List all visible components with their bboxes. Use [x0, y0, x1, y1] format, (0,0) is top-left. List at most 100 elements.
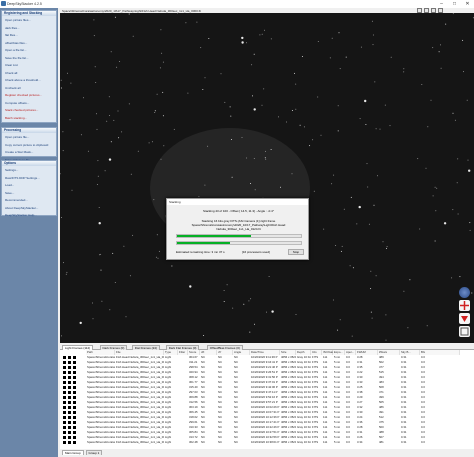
row-checkbox[interactable] — [63, 431, 66, 434]
sidebar-item-registering-0[interactable]: Open picture files... — [5, 18, 57, 22]
group-tab-1[interactable]: Group 1 — [85, 450, 103, 455]
row-checkbox[interactable] — [68, 431, 71, 434]
sidebar-item-registering-7[interactable]: Check all — [5, 71, 57, 75]
sidebar-item-processing-2[interactable]: Create a Star Mask... — [5, 150, 57, 154]
star — [248, 300, 250, 302]
row-checkbox[interactable] — [68, 411, 71, 414]
star — [454, 119, 456, 121]
sidebar-item-options-3[interactable]: Save... — [5, 191, 57, 195]
row-checkbox[interactable] — [63, 406, 66, 409]
row-checkbox[interactable] — [73, 411, 76, 414]
row-checkbox[interactable] — [63, 356, 66, 359]
fit-icon[interactable] — [459, 326, 470, 337]
row-checkbox[interactable] — [68, 436, 71, 439]
sidebar-item-options-2[interactable]: Load... — [5, 183, 57, 187]
row-checkbox[interactable] — [73, 441, 76, 444]
row-checkbox[interactable] — [73, 381, 76, 384]
sidebar-item-options-0[interactable]: Settings... — [5, 168, 57, 172]
row-checkbox[interactable] — [63, 386, 66, 389]
row-checkbox[interactable] — [73, 391, 76, 394]
row-checkbox[interactable] — [63, 421, 66, 424]
row-checkbox[interactable] — [73, 421, 76, 424]
row-checkbox[interactable] — [73, 406, 76, 409]
row-checkbox[interactable] — [63, 361, 66, 364]
table-row[interactable]: Space\Shrema\Cora\astronomy\Fish Head Ne… — [60, 440, 474, 445]
row-checkbox[interactable] — [68, 361, 71, 364]
row-checkbox[interactable] — [73, 431, 76, 434]
sidebar-item-registering-11[interactable]: Compute offsets... — [5, 101, 57, 105]
pan-icon[interactable] — [459, 300, 470, 311]
row-checkbox[interactable] — [73, 401, 76, 404]
sidebar-item-registering-4[interactable]: Open a file list... — [5, 48, 57, 52]
row-checkbox[interactable] — [63, 401, 66, 404]
row-checkbox[interactable] — [68, 421, 71, 424]
star — [270, 38, 272, 40]
row-checkbox[interactable] — [68, 366, 71, 369]
row-checkbox[interactable] — [73, 361, 76, 364]
group-tab-0[interactable]: Main Group — [62, 450, 84, 455]
sidebar-item-registering-1[interactable]: dark files... — [5, 26, 57, 30]
image-viewer[interactable] — [60, 13, 474, 343]
row-checkbox[interactable] — [73, 416, 76, 419]
row-checkbox[interactable] — [63, 391, 66, 394]
sidebar-item-registering-2[interactable]: flat files... — [5, 33, 57, 37]
sidebar-item-registering-13[interactable]: Batch stacking... — [5, 116, 57, 120]
star — [241, 36, 244, 40]
row-checkbox[interactable] — [63, 411, 66, 414]
row-checkbox[interactable] — [68, 391, 71, 394]
row-checkbox[interactable] — [63, 371, 66, 374]
sidebar-item-registering-5[interactable]: Save the file list... — [5, 56, 57, 60]
row-checkbox[interactable] — [63, 441, 66, 444]
row-checkbox[interactable] — [73, 376, 76, 379]
row-checkbox[interactable] — [63, 396, 66, 399]
row-checkbox[interactable] — [73, 436, 76, 439]
maximize-button[interactable]: □ — [448, 0, 461, 8]
row-checkbox[interactable] — [73, 356, 76, 359]
row-checkbox[interactable] — [73, 396, 76, 399]
mode-icon[interactable] — [459, 313, 470, 324]
row-checkbox[interactable] — [63, 426, 66, 429]
row-checkbox[interactable] — [73, 366, 76, 369]
sidebar-item-options-4[interactable]: Recommended... — [5, 198, 57, 202]
row-checkbox[interactable] — [68, 381, 71, 384]
row-checkbox[interactable] — [68, 441, 71, 444]
row-checkbox[interactable] — [63, 416, 66, 419]
star — [252, 95, 253, 97]
row-checkbox[interactable] — [68, 406, 71, 409]
sidebar-item-registering-10[interactable]: Register checked pictures... — [5, 93, 57, 97]
close-button[interactable]: ✕ — [461, 0, 474, 8]
row-checkbox[interactable] — [63, 436, 66, 439]
zoom-icon[interactable] — [459, 287, 470, 298]
star — [224, 101, 226, 103]
row-checkbox[interactable] — [68, 386, 71, 389]
star — [286, 121, 287, 123]
stop-button[interactable]: Stop — [288, 249, 304, 255]
row-checkbox[interactable] — [73, 386, 76, 389]
row-checkbox[interactable] — [68, 426, 71, 429]
sidebar-item-registering-8[interactable]: Check above a threshold... — [5, 78, 57, 82]
row-checkbox[interactable] — [68, 356, 71, 359]
sidebar-item-registering-3[interactable]: offset/bias files... — [5, 41, 57, 45]
sidebar-item-registering-9[interactable]: Uncheck all — [5, 86, 57, 90]
row-checkbox[interactable] — [68, 376, 71, 379]
sidebar-item-processing-0[interactable]: Open picture file... — [5, 135, 57, 139]
file-list[interactable]: Path File Type Filter Score dX dY Angle Date/Tim… — [60, 350, 474, 449]
row-checkbox[interactable] — [63, 366, 66, 369]
row-checkbox[interactable] — [68, 396, 71, 399]
row-checkbox[interactable] — [68, 416, 71, 419]
sidebar-item-processing-1[interactable]: Copy current picture to clipboard — [5, 143, 57, 147]
row-checkbox[interactable] — [73, 426, 76, 429]
star — [229, 106, 231, 108]
sidebar-item-options-5[interactable]: About DeepSkyStacker... — [5, 206, 57, 210]
sidebar-item-options-6[interactable]: DeepSkyStacker Help... — [5, 213, 57, 217]
row-checkbox[interactable] — [68, 401, 71, 404]
sidebar-item-registering-6[interactable]: Clear List — [5, 63, 57, 67]
row-checkbox[interactable] — [68, 371, 71, 374]
row-checkbox[interactable] — [63, 376, 66, 379]
row-checkbox[interactable] — [73, 371, 76, 374]
sidebar-item-options-1[interactable]: Raw/FITS DDP Settings... — [5, 176, 57, 180]
minimize-button[interactable]: – — [435, 0, 448, 8]
sidebar-item-registering-12[interactable]: Stack checked pictures... — [5, 108, 57, 112]
row-checkbox[interactable] — [63, 381, 66, 384]
registering-header: Registering and Stacking — [2, 11, 56, 16]
